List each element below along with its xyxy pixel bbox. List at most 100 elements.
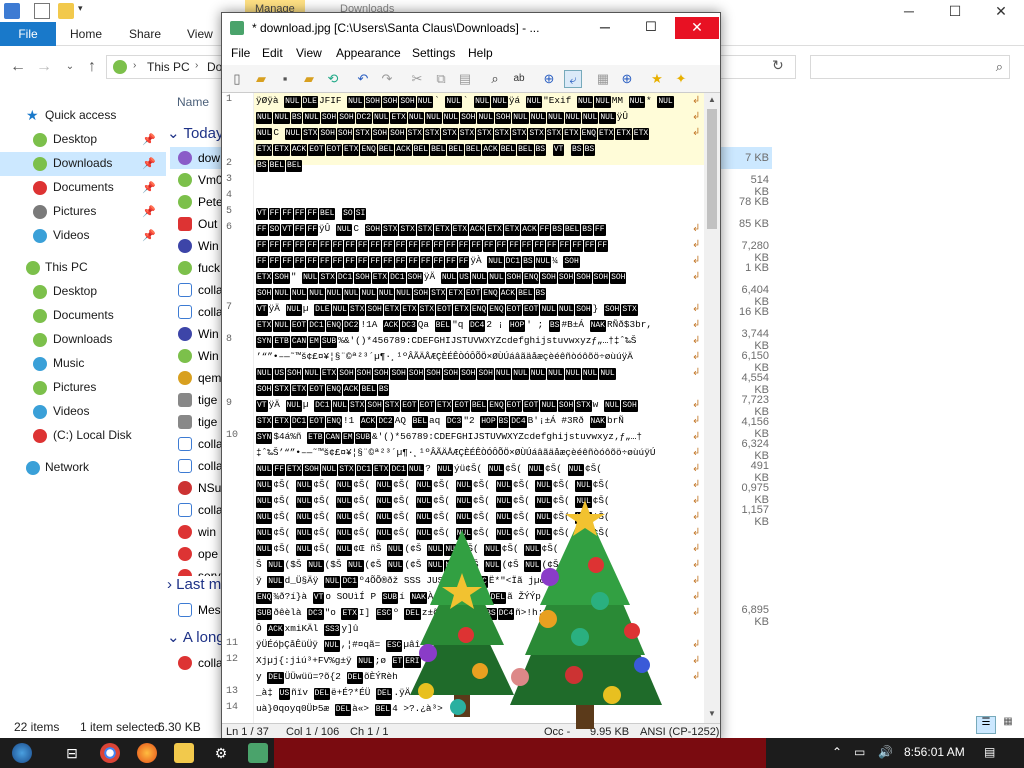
nav-pc-documents[interactable]: Documents — [0, 304, 166, 328]
nav-pc-music[interactable]: Music — [0, 352, 166, 376]
text-line: SOH NUL NUL NUL NUL NUL NUL NUL NUL SOH STX ETX EOT E… — [256, 285, 690, 301]
notifications-icon[interactable]: ▤ — [984, 745, 995, 759]
task-view-icon[interactable]: ⊟ — [62, 743, 82, 763]
new-folder-icon[interactable] — [58, 3, 74, 19]
forward-arrow-icon[interactable]: → — [34, 57, 54, 77]
nav-pc-videos[interactable]: Videos — [0, 400, 166, 424]
control-char-badge: ACK — [482, 144, 499, 156]
explorer-maximize-button[interactable]: ☐ — [932, 0, 978, 22]
nav-qa-pictures[interactable]: Pictures 📌 — [0, 200, 166, 224]
control-char-badge: NUL — [564, 112, 581, 124]
control-char-badge: BEL — [319, 208, 336, 220]
menu-help[interactable]: Help — [468, 46, 493, 60]
nav-pc-local-disk[interactable]: (C:) Local Disk — [0, 424, 166, 448]
control-char-badge: FF — [394, 240, 407, 252]
scroll-up-arrow-icon[interactable]: ▲ — [708, 95, 716, 104]
replace-icon[interactable]: ab — [510, 70, 528, 88]
start-button-icon[interactable] — [12, 743, 32, 763]
group-header-long-ago[interactable]: ⌄ A long — [167, 628, 225, 646]
search-input[interactable]: ⌕ — [810, 55, 1010, 79]
cut-icon[interactable]: ✂ — [408, 70, 426, 88]
favorites-star-icon[interactable]: ★ — [648, 70, 666, 88]
network-icon[interactable]: ▭ — [854, 745, 865, 759]
explorer-close-button[interactable]: ✕ — [978, 0, 1024, 22]
control-char-badge: NUL — [295, 544, 313, 556]
taskbar-clock[interactable]: 8:56:01 AM — [904, 745, 965, 759]
file-explorer-icon[interactable] — [174, 743, 194, 763]
nav-network[interactable]: Network — [0, 456, 166, 480]
nav-qa-videos[interactable]: Videos 📌 — [0, 224, 166, 248]
large-icons-view-icon[interactable]: ▦ — [998, 716, 1018, 734]
chrome-icon[interactable] — [100, 743, 120, 763]
control-char-badge: EM — [341, 432, 354, 444]
volume-icon[interactable]: 🔊 — [878, 745, 893, 759]
tab-home[interactable]: Home — [70, 22, 102, 46]
control-char-badge: NUL — [360, 288, 377, 300]
file-icon — [178, 547, 192, 561]
notepad2-taskbar-icon[interactable] — [248, 743, 268, 763]
column-header-name[interactable]: Name — [177, 95, 209, 109]
reload-icon[interactable]: ⟲ — [324, 70, 342, 88]
properties-icon[interactable] — [34, 3, 50, 19]
browse-icon[interactable]: ▰ — [300, 70, 318, 88]
nav-qa-documents[interactable]: Documents 📌 — [0, 176, 166, 200]
recent-chevron-icon[interactable]: ⌄ — [60, 57, 80, 77]
menu-view[interactable]: View — [296, 46, 322, 60]
control-char-badge: FF — [495, 240, 508, 252]
control-char-badge: NUL — [331, 304, 348, 316]
word-wrap-icon[interactable]: ⤶ — [564, 70, 582, 88]
zoom-icon[interactable]: ⊕ — [540, 70, 558, 88]
zoom-in-icon[interactable]: ⊕ — [618, 70, 636, 88]
customize-qa-chevron-icon[interactable]: ▾ — [78, 3, 94, 19]
vertical-scrollbar[interactable]: ▲ ▼ — [704, 93, 720, 723]
menu-settings[interactable]: Settings — [412, 46, 455, 60]
nav-this-pc[interactable]: This PC — [0, 256, 166, 280]
nav-qa-downloads[interactable]: Downloads 📌 — [0, 152, 166, 176]
menu-edit[interactable]: Edit — [262, 46, 283, 60]
group-header-last-month[interactable]: › Last m — [167, 576, 221, 593]
back-arrow-icon[interactable]: ← — [8, 57, 28, 77]
copy-icon[interactable]: ⧉ — [432, 70, 450, 88]
tray-chevron-up-icon[interactable]: ⌃ — [832, 745, 842, 759]
redo-icon[interactable]: ↷ — [378, 70, 396, 88]
scrollbar-thumb[interactable] — [707, 109, 717, 229]
nav-pc-pictures[interactable]: Pictures — [0, 376, 166, 400]
nav-qa-desktop[interactable]: Desktop 📌 — [0, 128, 166, 152]
group-header-today[interactable]: ⌄ Today — [167, 124, 224, 142]
nav-quick-access[interactable]: ★ Quick access — [0, 104, 166, 128]
scroll-down-arrow-icon[interactable]: ▼ — [708, 709, 716, 718]
explorer-minimize-button[interactable]: ─ — [886, 0, 932, 22]
scheme-icon[interactable]: ▦ — [594, 70, 612, 88]
save-icon[interactable]: ▪ — [276, 70, 294, 88]
tab-view[interactable]: View — [187, 22, 213, 46]
settings-gear-icon[interactable]: ⚙ — [211, 743, 231, 763]
nav-pc-desktop[interactable]: Desktop — [0, 280, 166, 304]
menu-appearance[interactable]: Appearance — [336, 46, 401, 60]
ornament — [624, 623, 640, 639]
notepad-close-button[interactable]: ✕ — [675, 17, 719, 39]
nav-pc-downloads[interactable]: Downloads — [0, 328, 166, 352]
notepad-minimize-button[interactable]: ─ — [583, 17, 627, 39]
details-view-icon[interactable]: ☰ — [976, 716, 996, 734]
open-folder-icon[interactable]: ▰ — [252, 70, 270, 88]
tab-file[interactable]: File — [0, 22, 56, 46]
new-file-icon[interactable]: ▯ — [228, 70, 246, 88]
file-icon — [178, 525, 192, 539]
find-icon[interactable]: ⌕ — [486, 70, 504, 88]
control-char-badge: SOH — [610, 272, 627, 284]
paste-icon[interactable]: ▤ — [456, 70, 474, 88]
undo-icon[interactable]: ↶ — [354, 70, 372, 88]
breadcrumb-this-pc[interactable]: This PC — [147, 60, 190, 74]
add-favorite-star-icon[interactable]: ✦ — [672, 70, 690, 88]
up-arrow-icon[interactable]: ↑ — [82, 57, 102, 77]
menu-file[interactable]: File — [231, 46, 250, 60]
firefox-icon[interactable] — [137, 743, 157, 763]
notepad-titlebar[interactable]: * download.jpg [C:\Users\Santa Claus\Dow… — [222, 13, 720, 43]
control-char-badge: EOT — [464, 288, 482, 300]
tab-share[interactable]: Share — [129, 22, 161, 46]
notepad-maximize-button[interactable]: ☐ — [629, 17, 673, 39]
refresh-icon[interactable]: ↻ — [772, 57, 784, 74]
control-char-badge: ETX — [290, 384, 308, 396]
control-char-badge: NUL — [603, 400, 621, 412]
control-char-badge: ENQ — [256, 592, 273, 604]
